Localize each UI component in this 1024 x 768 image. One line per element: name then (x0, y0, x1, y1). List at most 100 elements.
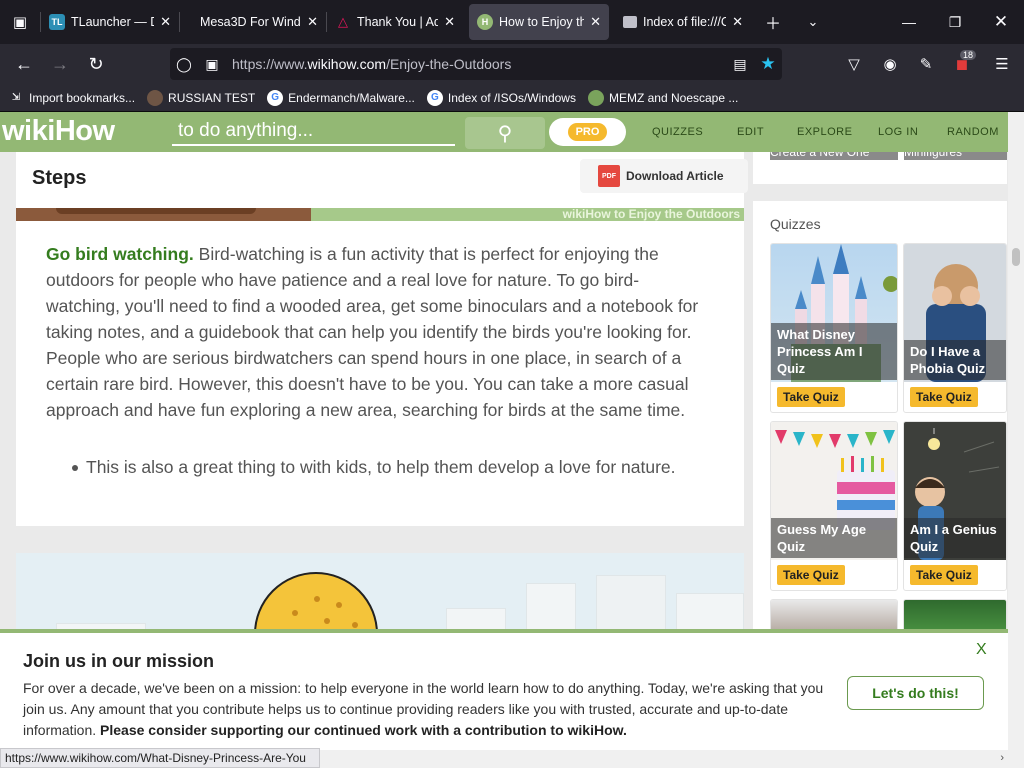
contribute-button[interactable]: Let's do this! (847, 676, 984, 710)
nav-quizzes[interactable]: QUIZZES (652, 112, 703, 152)
ublock-icon[interactable]: ◼ 18 (944, 44, 980, 84)
wikihow-favicon-icon: H (477, 14, 493, 30)
step-image-bottom[interactable]: wikiHow to Enjoy the Outdoors (16, 207, 744, 221)
nav-log-in[interactable]: LOG IN (878, 112, 918, 152)
step-lead: Go bird watching. (46, 244, 194, 264)
google-icon: G (426, 89, 443, 106)
tab-title: Mesa3D For Windows (200, 15, 301, 29)
close-tab-icon[interactable]: ✕ (444, 14, 455, 30)
bookmark-star-icon[interactable]: ★ (754, 54, 782, 74)
download-label: Download Article (626, 169, 724, 183)
close-banner-icon[interactable]: X (976, 641, 987, 659)
google-icon: G (267, 89, 284, 106)
bookmark-label: Endermanch/Malware... (288, 90, 415, 105)
close-tab-icon[interactable]: ✕ (732, 14, 743, 30)
bookmark-russian-test[interactable]: RUSSIAN TEST (147, 89, 255, 106)
restore-icon[interactable]: ❐ (932, 0, 978, 44)
new-tab-icon[interactable]: ＋ (753, 0, 793, 44)
bookmark-label: Import bookmarks... (29, 90, 136, 105)
account-icon[interactable]: ◉ (872, 44, 908, 84)
nav-edit[interactable]: EDIT (737, 112, 764, 152)
wikihow-header: wikiHow to do anything... ⚲ PRO QUIZZES … (0, 112, 1008, 152)
tab-mesa3d[interactable]: Mesa3D For Windows ✕ (180, 4, 326, 40)
url-path: /Enjoy-the-Outdoors (386, 56, 512, 72)
tab-wikihow-active[interactable]: H How to Enjoy th ✕ (469, 4, 609, 40)
close-tab-icon[interactable]: ✕ (160, 14, 171, 30)
bookmark-memz[interactable]: MEMZ and Noescape ... (587, 89, 738, 106)
reader-view-icon[interactable]: ▤ (726, 56, 754, 73)
bookmark-isos-windows[interactable]: G Index of /ISOs/Windows (426, 89, 576, 106)
pocket-icon[interactable]: ▽ (836, 44, 872, 84)
bookmark-label: Index of /ISOs/Windows (447, 90, 576, 105)
quizzes-heading: Quizzes (770, 216, 821, 232)
close-window-icon[interactable]: ✕ (978, 0, 1024, 44)
tab-list-icon[interactable]: ▣ (0, 0, 40, 44)
extensions-icon[interactable]: ✎ (908, 44, 944, 84)
tlauncher-icon: TL (49, 14, 65, 30)
related-article-strip[interactable]: Minifigures (904, 152, 1007, 160)
quiz-card[interactable]: Guess My Age Quiz Take Quiz (770, 421, 898, 591)
quiz-title: Do I Have a Phobia Quiz (904, 340, 1006, 380)
scroll-right-icon[interactable]: › (1000, 752, 1004, 764)
navigation-toolbar: ← → ↻ ◯ ▣ https://www.wikihow.com/Enjoy-… (0, 44, 1024, 84)
close-tab-icon[interactable]: ✕ (307, 14, 318, 30)
tab-tlauncher[interactable]: TL TLauncher — Do ✕ (41, 4, 179, 40)
take-quiz-button[interactable]: Take Quiz (910, 387, 978, 407)
shield-icon[interactable]: ◯ (170, 56, 198, 73)
helmet-vent (324, 618, 330, 624)
address-bar[interactable]: ◯ ▣ https://www.wikihow.com/Enjoy-the-Ou… (170, 48, 782, 80)
banner-body-bold: Please consider supporting our continued… (100, 722, 627, 738)
tab-adobe-thank-you[interactable]: △ Thank You | Ado ✕ (327, 4, 463, 40)
pro-label: PRO (567, 123, 608, 141)
tab-file-index[interactable]: Index of file:///C ✕ (615, 4, 751, 40)
file-icon (623, 16, 637, 28)
quiz-title: Am I a Genius Quiz (904, 518, 1006, 558)
related-article-strip[interactable]: Create a New One (770, 152, 898, 160)
download-article-button[interactable]: PDF Download Article (580, 159, 748, 193)
status-url-bar: https://www.wikihow.com/What-Disney-Prin… (0, 748, 320, 768)
step-body: Bird-watching is a fun activity that is … (46, 244, 699, 420)
take-quiz-button[interactable]: Take Quiz (910, 565, 978, 585)
related-articles-remnant: Create a New One Minifigures (753, 152, 1007, 184)
pro-button[interactable]: PRO (549, 118, 626, 146)
step-bullet: This is also a great thing to with kids,… (72, 455, 676, 480)
back-icon[interactable]: ← (6, 48, 42, 80)
reload-icon[interactable]: ↻ (78, 48, 114, 80)
tab-strip: ▣ TL TLauncher — Do ✕ Mesa3D For Windows… (0, 0, 1024, 44)
search-button[interactable]: ⚲ (465, 117, 545, 149)
chevron-down-icon[interactable]: ⌄ (793, 0, 833, 44)
take-quiz-button[interactable]: Take Quiz (777, 387, 845, 407)
url-prefix: https://www. (232, 56, 308, 72)
github-icon (147, 89, 164, 106)
nav-explore[interactable]: EXPLORE (797, 112, 852, 152)
search-icon: ⚲ (497, 122, 513, 145)
import-icon: ⇲ (11, 92, 21, 103)
url-host: wikihow.com (307, 56, 387, 72)
helmet-vent (352, 622, 358, 628)
quiz-card[interactable]: Am I a Genius Quiz Take Quiz (903, 421, 1007, 591)
quiz-card[interactable]: What Disney Princess Am I Quiz Take Quiz (770, 243, 898, 413)
search-input[interactable]: to do anything... (172, 118, 455, 146)
url-text[interactable]: https://www.wikihow.com/Enjoy-the-Outdoo… (226, 56, 726, 72)
close-tab-icon[interactable]: ✕ (590, 14, 601, 30)
image-shadow (56, 208, 256, 214)
bookmark-endermanch[interactable]: G Endermanch/Malware... (267, 89, 415, 106)
pdf-icon: PDF (598, 165, 620, 187)
horizontal-scrollbar[interactable]: › (320, 750, 1024, 768)
tab-title: TLauncher — Do (71, 15, 154, 29)
lock-icon[interactable]: ▣ (198, 56, 226, 73)
nav-random[interactable]: RANDOM (947, 112, 999, 152)
bookmarks-toolbar: ⇲ Import bookmarks... RUSSIAN TEST G End… (0, 84, 1024, 112)
tab-title: Index of file:///C (643, 15, 727, 29)
tab-title: Thank You | Ado (357, 15, 439, 29)
vertical-scrollbar[interactable] (1008, 112, 1024, 750)
menu-icon[interactable]: ☰ (980, 44, 1024, 84)
helmet-vent (336, 602, 342, 608)
quiz-card[interactable]: Do I Have a Phobia Quiz Take Quiz (903, 243, 1007, 413)
bookmark-import[interactable]: ⇲ Import bookmarks... (8, 90, 135, 106)
wikihow-logo[interactable]: wikiHow (2, 115, 115, 148)
take-quiz-button[interactable]: Take Quiz (777, 565, 845, 585)
forward-icon[interactable]: → (42, 48, 78, 80)
minimize-icon[interactable]: — (886, 0, 932, 44)
scrollbar-thumb[interactable] (1012, 248, 1020, 266)
